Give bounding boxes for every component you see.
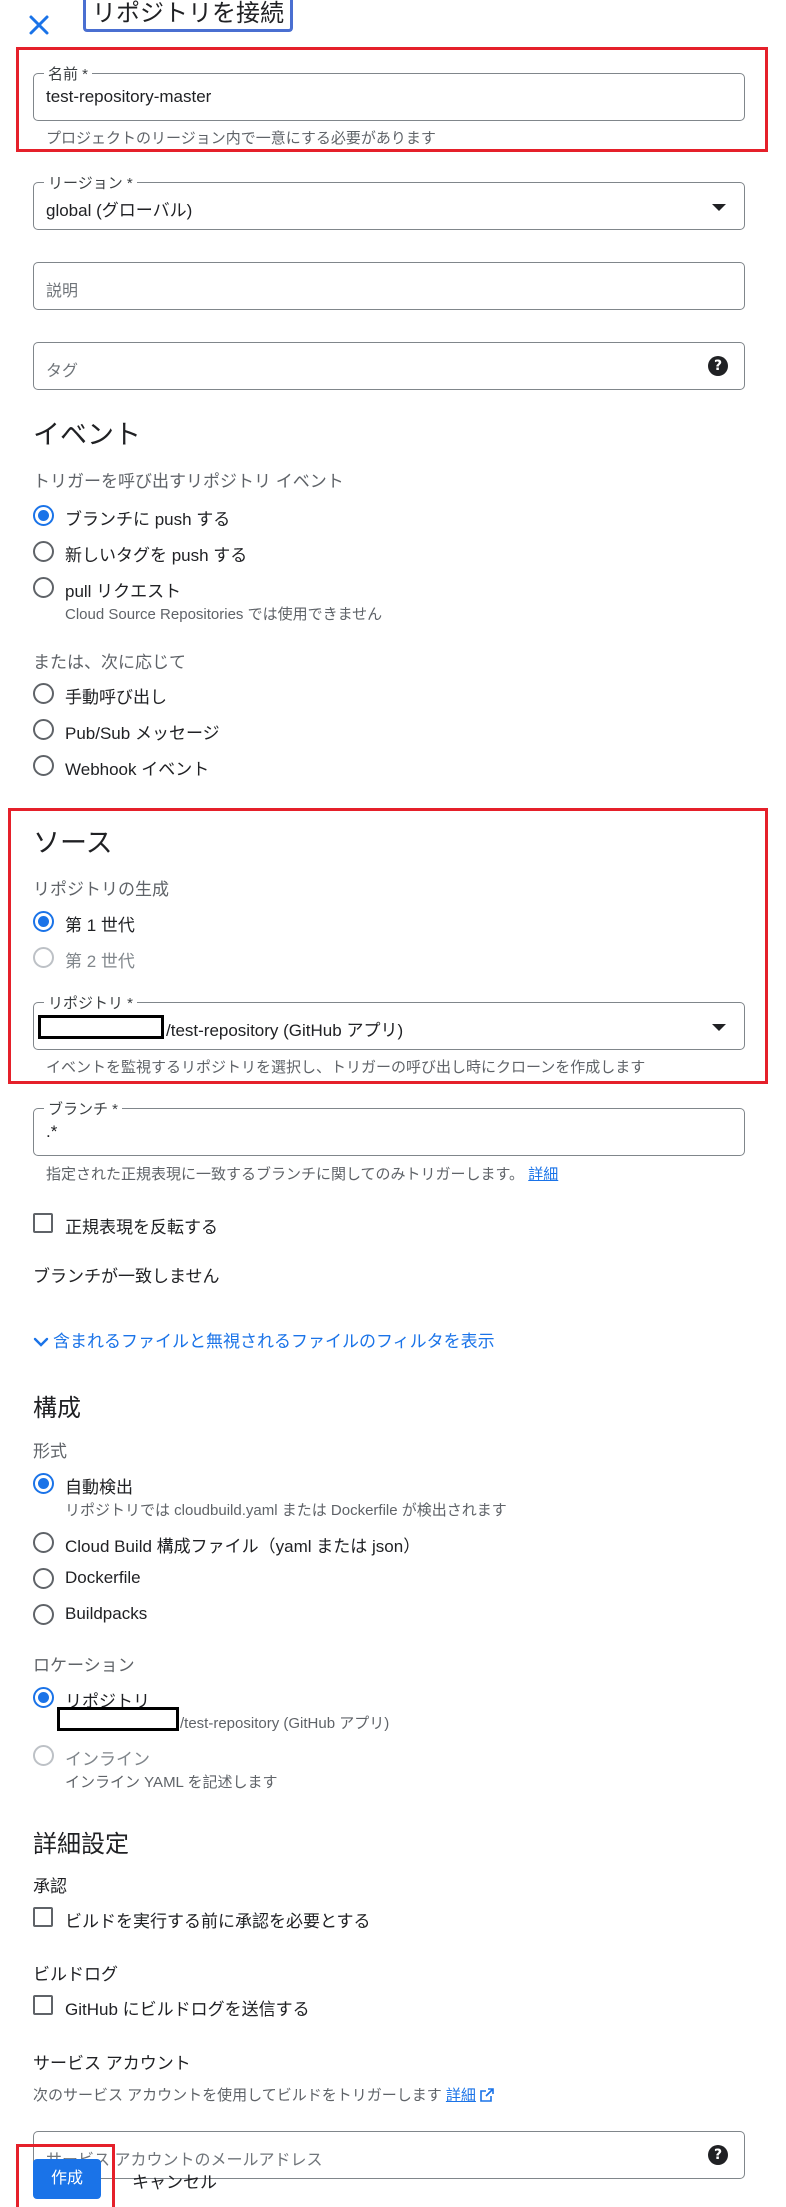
- description-input[interactable]: 説明: [33, 262, 745, 310]
- branch-status: ブランチが一致しません: [33, 1267, 220, 1286]
- name-field-hint: プロジェクトのリージョン内で一意にする必要があります: [46, 130, 436, 147]
- option-buildpacks: Buildpacks: [65, 1604, 148, 1623]
- repository-select[interactable]: リポジトリ * /test-repository (GitHub アプリ): [33, 992, 745, 1050]
- pull-request-note: Cloud Source Repositories では使用できません: [65, 606, 383, 623]
- name-field[interactable]: 名前 * test-repository-master: [33, 63, 745, 121]
- location-inline-note: インライン YAML を記述します: [65, 1774, 278, 1791]
- invert-regex-checkbox[interactable]: [33, 1213, 53, 1233]
- radio-tag-push[interactable]: [33, 541, 54, 562]
- page-title: リポジトリを接続: [83, 0, 293, 32]
- radio-manual[interactable]: [33, 683, 54, 704]
- option-location-inline: インライン: [65, 1750, 150, 1769]
- location-label: ロケーション: [33, 1656, 135, 1675]
- invert-regex-label: 正規表現を反転する: [65, 1218, 218, 1237]
- radio-pubsub[interactable]: [33, 719, 54, 740]
- region-select[interactable]: リージョン * global (グローバル): [33, 172, 745, 230]
- config-heading: 構成: [33, 1395, 81, 1422]
- option-autodetect: 自動検出: [65, 1478, 133, 1497]
- filter-toggle[interactable]: 含まれるファイルと無視されるファイルのフィルタを表示: [33, 1327, 495, 1353]
- option-pubsub: Pub/Sub メッセージ: [65, 724, 220, 743]
- branch-hint-text: 指定された正規表現に一致するブランチに関してのみトリガーします。: [46, 1166, 525, 1183]
- branch-learn-more-link[interactable]: 詳細: [528, 1166, 558, 1183]
- dropdown-arrow-icon: [712, 204, 726, 211]
- help-icon[interactable]: ?: [708, 356, 728, 376]
- service-account-learn-more-link[interactable]: 詳細: [446, 2087, 476, 2104]
- source-heading: ソース: [33, 828, 113, 858]
- option-gen2: 第 2 世代: [65, 952, 135, 971]
- approval-checkbox-label: ビルドを実行する前に承認を必要とする: [65, 1912, 371, 1931]
- radio-pull-request[interactable]: [33, 577, 54, 598]
- option-tag-push: 新しいタグを push する: [65, 546, 248, 565]
- radio-dockerfile[interactable]: [33, 1568, 54, 1589]
- build-log-checkbox[interactable]: [33, 1995, 53, 2015]
- build-log-checkbox-label: GitHub にビルドログを送信する: [65, 2000, 310, 2019]
- create-button[interactable]: 作成: [33, 2159, 101, 2199]
- approval-label: 承認: [33, 1877, 67, 1896]
- approval-checkbox[interactable]: [33, 1907, 53, 1927]
- branch-input-value: .*: [46, 1122, 58, 1141]
- event-subheading: トリガーを呼び出すリポジトリ イベント: [33, 472, 344, 491]
- redacted-owner: [57, 1707, 179, 1731]
- radio-gen2: [33, 947, 54, 968]
- option-manual: 手動呼び出し: [65, 688, 167, 707]
- option-cloudbuild-file: Cloud Build 構成ファイル（yaml または json）: [65, 1537, 421, 1556]
- branch-input-label: ブランチ *: [44, 1098, 123, 1119]
- radio-autodetect[interactable]: [33, 1473, 54, 1494]
- advanced-heading: 詳細設定: [33, 1831, 129, 1858]
- repository-select-label: リポジトリ *: [44, 992, 138, 1013]
- tags-input[interactable]: タグ ?: [33, 342, 745, 390]
- branch-input[interactable]: ブランチ * .*: [33, 1098, 745, 1156]
- service-account-hint-text: 次のサービス アカウントを使用してビルドをトリガーします: [33, 2087, 442, 2104]
- autodetect-note: リポジトリでは cloudbuild.yaml または Dockerfile が…: [65, 1502, 507, 1519]
- region-select-label: リージョン *: [44, 172, 137, 193]
- option-gen1: 第 1 世代: [65, 916, 135, 935]
- name-field-label: 名前 *: [44, 63, 93, 84]
- build-log-label: ビルドログ: [33, 1965, 118, 1984]
- help-icon[interactable]: ?: [708, 2145, 728, 2165]
- repository-select-value: /test-repository (GitHub アプリ): [166, 1021, 404, 1040]
- service-account-label: サービス アカウント: [33, 2054, 191, 2073]
- filter-toggle-label: 含まれるファイルと無視されるファイルのフィルタを表示: [53, 1332, 495, 1351]
- option-webhook: Webhook イベント: [65, 760, 210, 779]
- event-alt-subheading: または、次に応じて: [33, 653, 186, 672]
- close-icon[interactable]: [26, 12, 52, 38]
- option-dockerfile: Dockerfile: [65, 1568, 141, 1587]
- event-heading: イベント: [33, 420, 141, 450]
- option-pull-request: pull リクエスト: [65, 582, 182, 601]
- radio-webhook[interactable]: [33, 755, 54, 776]
- config-type-label: 形式: [33, 1442, 67, 1461]
- external-link-icon: [480, 2088, 494, 2106]
- radio-location-inline: [33, 1745, 54, 1766]
- branch-hint: 指定された正規表現に一致するブランチに関してのみトリガーします。 詳細: [46, 1163, 558, 1184]
- radio-branch-push[interactable]: [33, 505, 54, 526]
- repository-hint: イベントを監視するリポジトリを選択し、トリガーの呼び出し時にクローンを作成します: [46, 1059, 646, 1076]
- option-branch-push: ブランチに push する: [65, 510, 231, 529]
- description-placeholder: 説明: [46, 283, 79, 300]
- name-field-value: test-repository-master: [46, 87, 212, 106]
- region-select-value: global (グローバル): [46, 201, 193, 220]
- dropdown-arrow-icon: [712, 1024, 726, 1031]
- radio-buildpacks[interactable]: [33, 1604, 54, 1625]
- source-subheading: リポジトリの生成: [33, 880, 169, 899]
- tags-placeholder: タグ: [46, 363, 79, 380]
- radio-gen1[interactable]: [33, 911, 54, 932]
- service-account-hint: 次のサービス アカウントを使用してビルドをトリガーします 詳細: [33, 2084, 494, 2106]
- location-repo-note: /test-repository (GitHub アプリ): [180, 1715, 390, 1732]
- radio-cloudbuild-file[interactable]: [33, 1532, 54, 1553]
- redacted-owner: [38, 1015, 164, 1039]
- radio-location-repo[interactable]: [33, 1687, 54, 1708]
- cancel-button[interactable]: キャンセル: [132, 2168, 217, 2193]
- chevron-down-icon: [33, 1333, 49, 1353]
